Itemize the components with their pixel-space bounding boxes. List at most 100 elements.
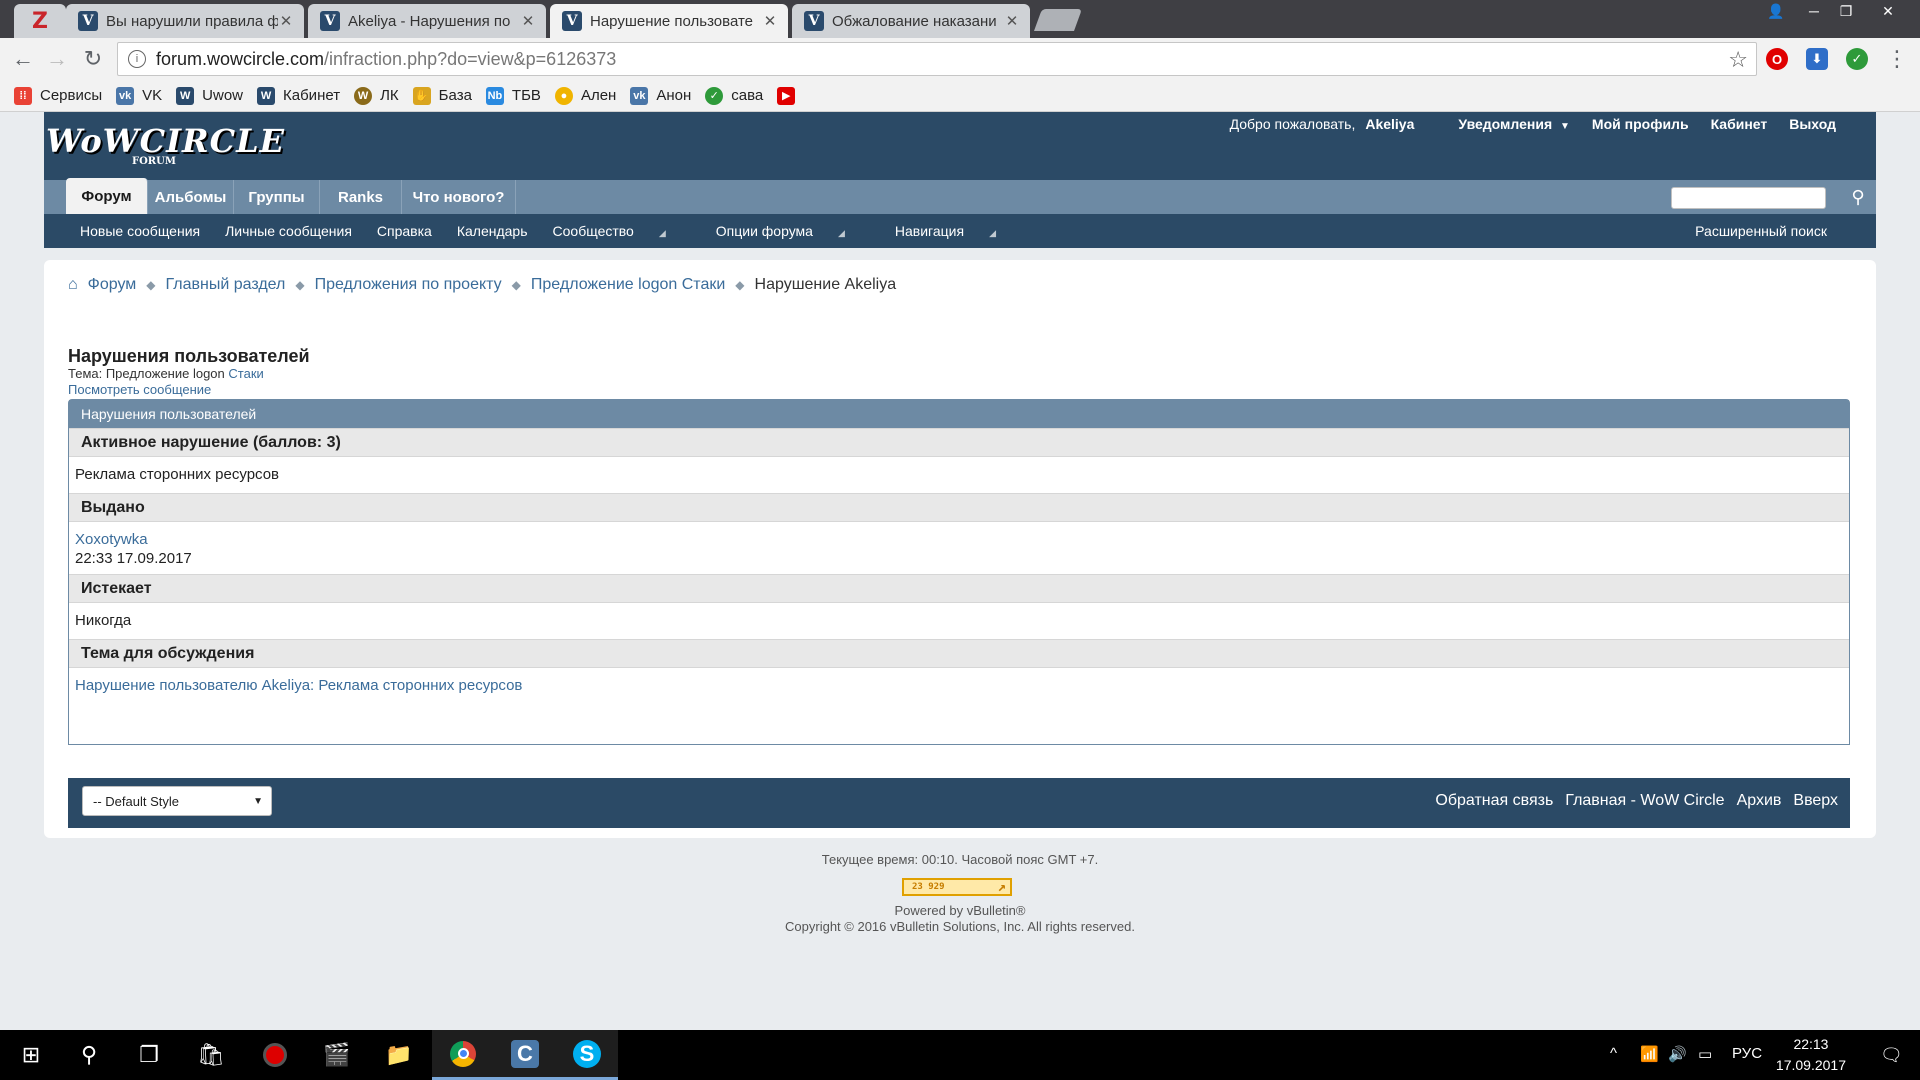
feedback-link[interactable]: Обратная связь <box>1435 792 1553 810</box>
breadcrumb-main-section[interactable]: Главный раздел <box>166 276 286 294</box>
style-select-value: -- Default Style <box>93 793 179 809</box>
bookmark-label: ТБВ <box>511 87 541 104</box>
bookmark-tbv[interactable]: Nb ТБВ <box>485 86 541 105</box>
browser-tab-2[interactable]: V Akeliya - Нарушения по ✕ <box>308 4 546 38</box>
search-icon[interactable]: ⚲ <box>1840 180 1876 214</box>
network-icon[interactable]: 📶 <box>1640 1045 1659 1063</box>
menu-kebab-icon[interactable]: ⋮ <box>1882 44 1912 74</box>
task-view-icon[interactable]: ❐ <box>118 1030 180 1080</box>
info-icon[interactable]: i <box>128 50 146 68</box>
volume-icon[interactable]: 🔊 <box>1668 1045 1687 1063</box>
browser-tab-1[interactable]: V Вы нарушили правила ф ✕ <box>66 4 304 38</box>
nb-icon: Nb <box>485 86 504 105</box>
cabinet-link[interactable]: Кабинет <box>1711 116 1768 132</box>
breadcrumb-thread[interactable]: Предложение logon Стаки <box>531 276 725 294</box>
close-icon[interactable]: ✕ <box>762 12 778 30</box>
address-bar[interactable]: i forum.wowcircle.com/infraction.php?do=… <box>117 42 1757 76</box>
forum-logo[interactable]: WoWCIRCLE <box>46 122 285 160</box>
home-icon[interactable]: ⌂ <box>68 276 78 294</box>
archive-link[interactable]: Архив <box>1737 792 1782 810</box>
battery-icon[interactable]: ▭ <box>1698 1045 1712 1063</box>
close-icon[interactable]: ✕ <box>1004 12 1020 30</box>
input-language[interactable]: РУС <box>1732 1045 1762 1062</box>
bookmark-star-icon[interactable]: ☆ <box>1728 47 1748 73</box>
counter-value: 23 929 <box>912 882 945 892</box>
tab-forum[interactable]: Форум <box>66 178 148 214</box>
windows-start-icon[interactable]: ⊞ <box>0 1030 62 1080</box>
search-input[interactable] <box>1671 187 1826 209</box>
media-player-icon[interactable]: 🎬 <box>306 1030 368 1080</box>
tab-ranks[interactable]: Ranks <box>320 180 402 214</box>
game-launcher-icon[interactable]: C <box>494 1030 556 1080</box>
bookmark-uwow[interactable]: W Uwow <box>176 86 244 105</box>
bookmark-label: Uwow <box>202 87 244 104</box>
tray-expand-icon[interactable]: ^ <box>1610 1045 1617 1062</box>
subnav-private-messages[interactable]: Личные сообщения <box>225 223 352 239</box>
issuer-link[interactable]: Xoxotywka <box>75 530 1843 549</box>
expires-value: Никогда <box>75 612 132 629</box>
browser-tab-3[interactable]: V Нарушение пользовате ✕ <box>550 4 788 38</box>
advanced-search-link[interactable]: Расширенный поиск <box>1695 223 1827 239</box>
subnav-navigation[interactable]: Навигация ◢ <box>895 223 1021 239</box>
discussion-thread-link[interactable]: Нарушение пользователю Akeliya: Реклама … <box>75 677 522 694</box>
notifications-dropdown[interactable]: Уведомления ▼ <box>1436 116 1570 132</box>
tab-title: Нарушение пользовате <box>590 12 754 30</box>
breadcrumb-separator-icon: ◆ <box>146 278 156 292</box>
subnav-calendar[interactable]: Календарь <box>457 223 528 239</box>
new-tab-button[interactable] <box>1033 9 1083 31</box>
tab-albums[interactable]: Альбомы <box>148 180 234 214</box>
bookmark-base[interactable]: ✋ База <box>412 86 472 105</box>
bookmark-alen[interactable]: ● Ален <box>554 86 616 105</box>
visit-counter-badge[interactable]: 23 929 ↗ <box>902 878 1012 896</box>
subnav-community[interactable]: Сообщество ◢ <box>553 223 691 239</box>
subnav-new-posts[interactable]: Новые сообщения <box>80 223 200 239</box>
breadcrumb-forum[interactable]: Форум <box>88 276 137 294</box>
user-profile-icon[interactable]: 👤 <box>1758 0 1794 22</box>
tab-title: Вы нарушили правила ф <box>106 12 278 30</box>
my-profile-link[interactable]: Мой профиль <box>1592 116 1689 132</box>
opera-extension-icon[interactable]: O <box>1766 48 1788 70</box>
file-explorer-icon[interactable]: 📁 <box>368 1030 430 1080</box>
breadcrumb-project-proposals[interactable]: Предложения по проекту <box>315 276 502 294</box>
browser-tab-4[interactable]: V Обжалование наказани ✕ <box>792 4 1030 38</box>
reload-icon[interactable]: ↻ <box>78 44 108 74</box>
back-arrow-icon[interactable]: ← <box>8 44 38 74</box>
bookmark-anon[interactable]: vk Анон <box>630 86 691 105</box>
bookmark-services[interactable]: ⁞⁞ Сервисы <box>14 86 102 105</box>
subnav-help[interactable]: Справка <box>377 223 432 239</box>
restore-button[interactable]: ❐ <box>1828 0 1864 22</box>
system-clock[interactable]: 22:13 17.09.2017 <box>1776 1034 1846 1076</box>
close-window-button[interactable]: ✕ <box>1870 0 1906 22</box>
skype-icon[interactable]: S <box>556 1030 618 1080</box>
forum-header: WoWCIRCLE FORUM Добро пожаловать, Akeliy… <box>44 112 1876 248</box>
bookmark-lk[interactable]: W ЛК <box>354 86 399 105</box>
store-icon[interactable]: 🛍 <box>180 1030 242 1080</box>
subnav-forum-options[interactable]: Опции форума ◢ <box>716 223 870 239</box>
home-wowcircle-link[interactable]: Главная - WoW Circle <box>1565 792 1724 810</box>
close-icon[interactable]: ✕ <box>278 12 294 30</box>
shield-icon: ✓ <box>705 86 724 105</box>
notifications-icon[interactable]: 🗨 <box>1880 1045 1903 1066</box>
bookmark-sava[interactable]: ✓ сава <box>705 86 763 105</box>
dropdown-arrow-icon: ◢ <box>989 228 996 238</box>
topic-link[interactable]: Стаки <box>228 366 263 381</box>
search-icon[interactable]: ⚲ <box>58 1030 120 1080</box>
style-select[interactable]: -- Default Style ▼ <box>82 786 272 816</box>
bookmark-youtube[interactable]: ▶ <box>777 86 803 105</box>
chrome-icon[interactable] <box>432 1030 494 1080</box>
tab-whats-new[interactable]: Что нового? <box>402 180 516 214</box>
download-extension-icon[interactable]: ⬇ <box>1806 48 1828 70</box>
shield-extension-icon[interactable]: ✓ <box>1846 48 1868 70</box>
forward-arrow-icon[interactable]: → <box>42 44 72 74</box>
record-app-icon[interactable] <box>244 1030 306 1080</box>
close-icon[interactable]: ✕ <box>520 12 536 30</box>
tab-groups[interactable]: Группы <box>234 180 320 214</box>
username-link[interactable]: Akeliya <box>1365 116 1414 132</box>
pinned-tab-z[interactable]: Z <box>14 4 66 38</box>
bookmark-vk[interactable]: vk VK <box>116 86 162 105</box>
view-post-link[interactable]: Посмотреть сообщение <box>68 382 211 397</box>
logout-link[interactable]: Выход <box>1789 116 1836 132</box>
go-top-link[interactable]: Вверх <box>1793 792 1838 810</box>
bookmark-cabinet[interactable]: W Кабинет <box>257 86 340 105</box>
minimize-button[interactable]: ─ <box>1796 0 1832 22</box>
